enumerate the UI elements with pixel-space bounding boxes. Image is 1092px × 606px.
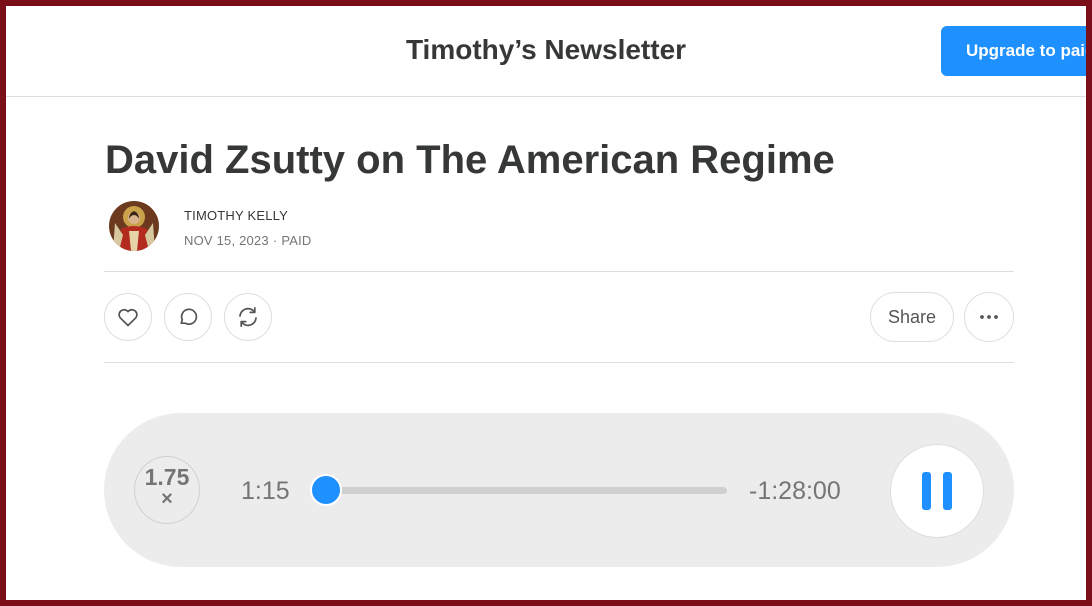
comment-button[interactable]	[164, 293, 212, 341]
avatar-image	[109, 201, 159, 251]
upgrade-button[interactable]: Upgrade to paid	[941, 26, 1086, 76]
audio-player: 1.75 × 1:15 -1:28:00	[104, 413, 1014, 567]
divider-bottom	[104, 362, 1014, 363]
more-options-button[interactable]	[964, 292, 1014, 342]
restack-arrows-icon	[239, 306, 257, 328]
meta-separator: ·	[272, 233, 278, 248]
post-title: David Zsutty on The American Regime	[105, 138, 835, 182]
speed-value: 1.75	[144, 464, 190, 490]
progress-handle[interactable]	[309, 474, 342, 506]
elapsed-time: 1:15	[241, 477, 290, 505]
post-meta: NOV 15, 2023 · PAID	[184, 233, 312, 248]
pause-button[interactable]	[890, 444, 984, 538]
speed-multiplier-icon: ×	[161, 488, 173, 510]
progress-track[interactable]	[320, 487, 727, 494]
remaining-time: -1:28:00	[749, 477, 841, 505]
pause-icon	[922, 472, 952, 510]
publication-title[interactable]: Timothy’s Newsletter	[6, 34, 1086, 66]
restack-button[interactable]	[224, 293, 272, 341]
access-badge: PAID	[281, 233, 312, 248]
post-date: NOV 15, 2023	[184, 233, 269, 248]
comment-bubble-icon	[180, 308, 198, 325]
playback-speed-button[interactable]: 1.75 ×	[134, 456, 200, 524]
heart-icon	[118, 308, 138, 327]
ellipsis-icon	[980, 315, 998, 319]
app-window: Timothy’s Newsletter Upgrade to paid Dav…	[0, 0, 1092, 606]
divider-top	[104, 271, 1014, 272]
share-button[interactable]: Share	[870, 292, 954, 342]
top-navbar: Timothy’s Newsletter Upgrade to paid	[6, 6, 1086, 97]
author-avatar[interactable]	[109, 201, 159, 251]
author-name[interactable]: TIMOTHY KELLY	[184, 208, 288, 223]
like-button[interactable]	[104, 293, 152, 341]
